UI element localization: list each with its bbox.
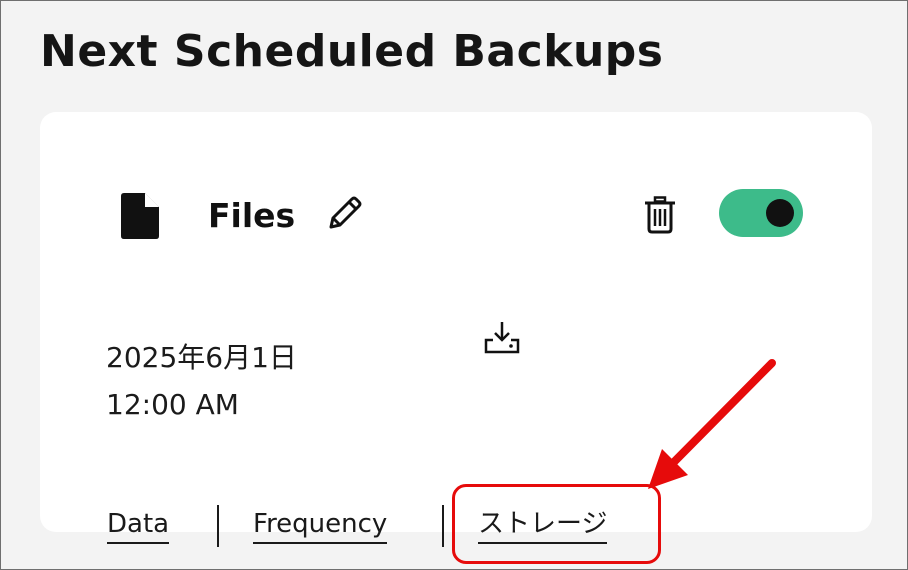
pointer-arrow — [648, 359, 776, 489]
